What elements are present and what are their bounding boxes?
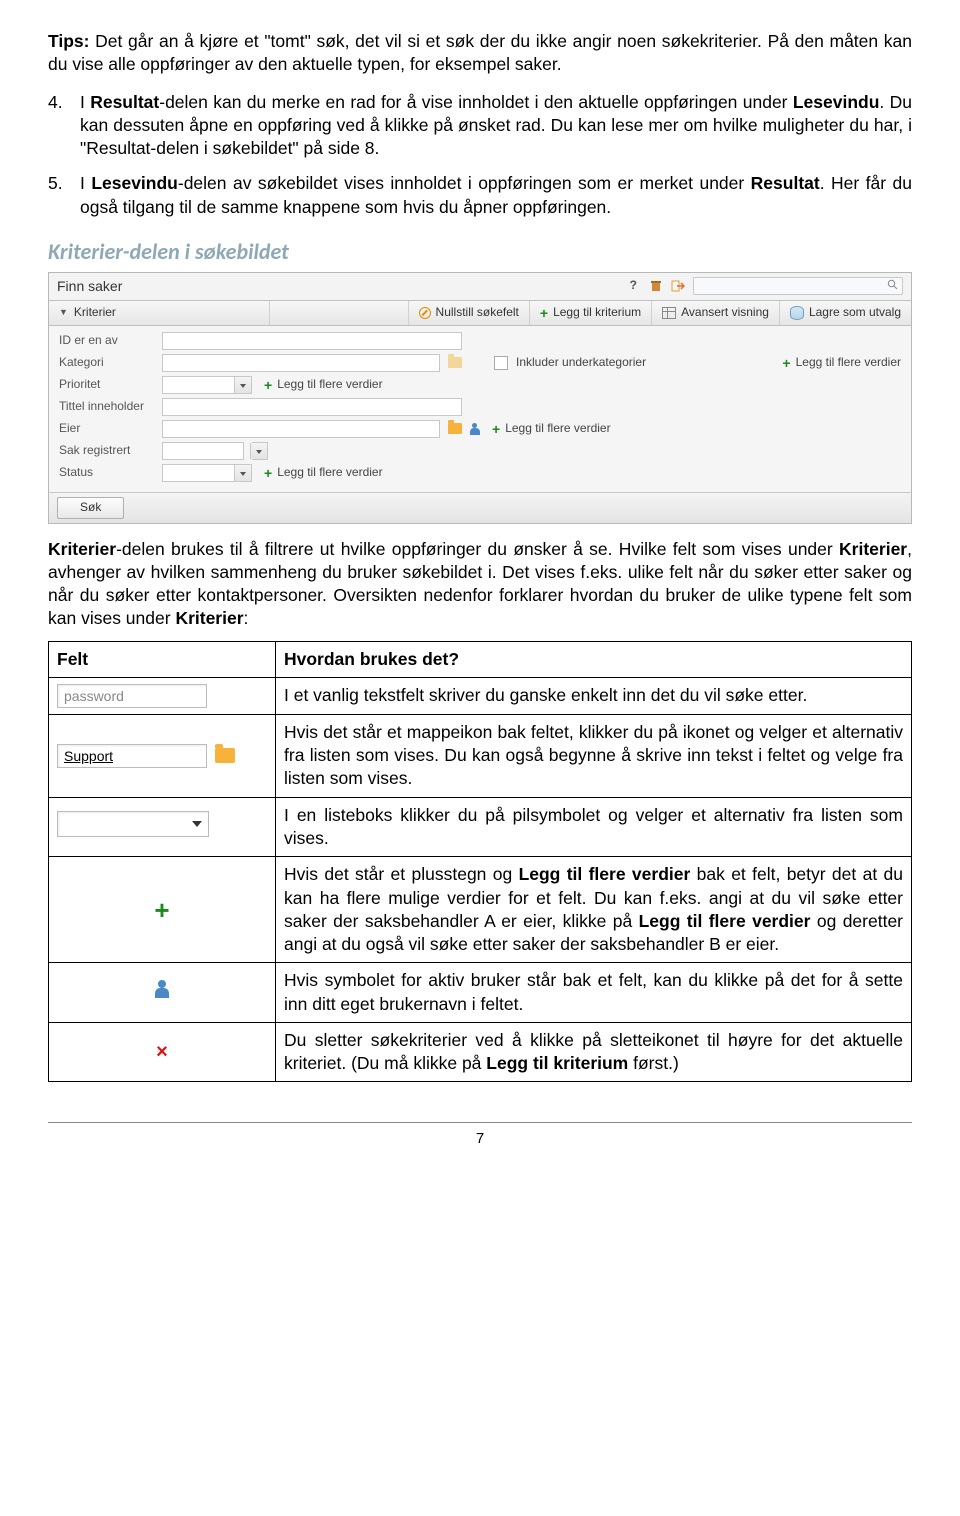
folder-icon[interactable] <box>215 748 235 763</box>
item-number: 4. <box>48 91 66 161</box>
window-title: Finn saker <box>57 277 122 296</box>
priority-dropdown[interactable] <box>162 376 252 394</box>
text-field-example[interactable]: password <box>57 684 207 708</box>
criteria-paragraph: Kriterier-delen brukes til å filtrere ut… <box>48 538 912 631</box>
field-label: Tittel inneholder <box>59 399 154 415</box>
quick-search-input[interactable] <box>693 277 903 295</box>
item-number: 5. <box>48 172 66 219</box>
table-cell-example: × <box>49 1022 276 1082</box>
table-cell-desc: Hvis det står et mappeikon bak feltet, k… <box>276 714 912 797</box>
criteria-toggle[interactable]: ▼ Kriterier <box>49 301 270 325</box>
tips-label: Tips: <box>48 31 90 51</box>
add-more-button[interactable]: + Legg til flere verdier <box>492 421 611 437</box>
table-cell-desc: Hvis det står et plusstegn og Legg til f… <box>276 857 912 963</box>
plus-icon: + <box>540 308 548 318</box>
registered-picker[interactable] <box>252 442 268 460</box>
folder-icon[interactable] <box>448 423 462 434</box>
id-field[interactable] <box>162 332 462 350</box>
title-field[interactable] <box>162 398 462 416</box>
plus-icon: + <box>264 468 272 478</box>
reset-fields-button[interactable]: Nullstill søkefelt <box>408 301 529 325</box>
help-icon[interactable]: ? <box>630 278 637 294</box>
category-field[interactable] <box>162 354 440 372</box>
tips-text: Det går an å kjøre et "tomt" søk, det vi… <box>48 31 912 74</box>
status-dropdown[interactable] <box>162 464 252 482</box>
folder-icon[interactable] <box>448 357 462 368</box>
search-button[interactable]: Søk <box>57 497 124 519</box>
table-cell-desc: I en listeboks klikker du på pilsymbolet… <box>276 797 912 857</box>
lookup-field-example[interactable]: Support <box>57 744 207 768</box>
table-cell-desc: Hvis symbolet for aktiv bruker står bak … <box>276 963 912 1023</box>
table-cell-example: Support <box>49 714 276 797</box>
delete-icon: × <box>156 1041 168 1063</box>
add-criterion-button[interactable]: + Legg til kriterium <box>529 301 651 325</box>
search-panel: Finn saker ? ▼ Kriterier Nullstill søkef… <box>48 272 912 524</box>
section-heading: Kriterier-delen i søkebildet <box>48 237 912 266</box>
field-label: Kategori <box>59 355 154 371</box>
table-header-felt: Felt <box>49 641 276 677</box>
database-icon <box>790 306 804 320</box>
plus-icon: + <box>154 895 169 925</box>
field-label: Eier <box>59 421 154 437</box>
advanced-view-button[interactable]: Avansert visning <box>651 301 779 325</box>
plus-icon: + <box>492 424 500 434</box>
titlebar: Finn saker ? <box>49 273 911 301</box>
table-cell-example <box>49 963 276 1023</box>
numbered-list: 4. I Resultat-delen kan du merke en rad … <box>48 91 912 219</box>
table-cell-desc: Du sletter søkekriterier ved å klikke på… <box>276 1022 912 1082</box>
include-subcat-label: Inkluder underkategorier <box>516 355 646 371</box>
button-bar: Søk <box>49 493 911 523</box>
list-item: 5. I Lesevindu-delen av søkebildet vises… <box>48 172 912 219</box>
field-spec-table: Felt Hvordan brukes det? password I et v… <box>48 641 912 1083</box>
plus-icon: + <box>782 358 790 368</box>
exit-icon[interactable] <box>671 279 685 293</box>
layout-icon <box>662 307 676 319</box>
registered-field[interactable] <box>162 442 244 460</box>
user-icon <box>155 980 169 998</box>
owner-field[interactable] <box>162 420 440 438</box>
chevron-down-icon: ▼ <box>59 307 68 319</box>
magnifier-icon <box>887 279 898 295</box>
list-item: 4. I Resultat-delen kan du merke en rad … <box>48 91 912 161</box>
current-user-icon[interactable] <box>470 423 480 435</box>
table-cell-example: + <box>49 857 276 963</box>
field-label: ID er en av <box>59 333 154 349</box>
table-cell-desc: I et vanlig tekstfelt skriver du ganske … <box>276 677 912 714</box>
add-more-button[interactable]: + Legg til flere verdier <box>782 355 901 371</box>
item-body: I Resultat-delen kan du merke en rad for… <box>80 91 912 161</box>
field-label: Sak registrert <box>59 443 154 459</box>
add-more-button[interactable]: + Legg til flere verdier <box>264 465 383 481</box>
field-label: Status <box>59 465 154 481</box>
tips-paragraph: Tips: Det går an å kjøre et "tomt" søk, … <box>48 30 912 77</box>
table-cell-example: password <box>49 677 276 714</box>
item-body: I Lesevindu-delen av søkebildet vises in… <box>80 172 912 219</box>
table-header-desc: Hvordan brukes det? <box>276 641 912 677</box>
page-number: 7 <box>476 1130 484 1147</box>
reset-icon <box>419 307 431 319</box>
page-footer: 7 <box>48 1122 912 1149</box>
criteria-label: Kriterier <box>74 305 116 321</box>
trash-icon[interactable] <box>649 279 663 293</box>
table-cell-example <box>49 797 276 857</box>
criteria-form: ID er en av Kategori Inkluder underkateg… <box>49 326 911 493</box>
field-label: Prioritet <box>59 377 154 393</box>
include-subcat-checkbox[interactable] <box>494 356 508 370</box>
add-more-button[interactable]: + Legg til flere verdier <box>264 377 383 393</box>
save-selection-button[interactable]: Lagre som utvalg <box>779 301 911 325</box>
combobox-example[interactable] <box>57 811 209 837</box>
plus-icon: + <box>264 380 272 390</box>
criteria-toolbar: ▼ Kriterier Nullstill søkefelt + Legg ti… <box>49 301 911 326</box>
